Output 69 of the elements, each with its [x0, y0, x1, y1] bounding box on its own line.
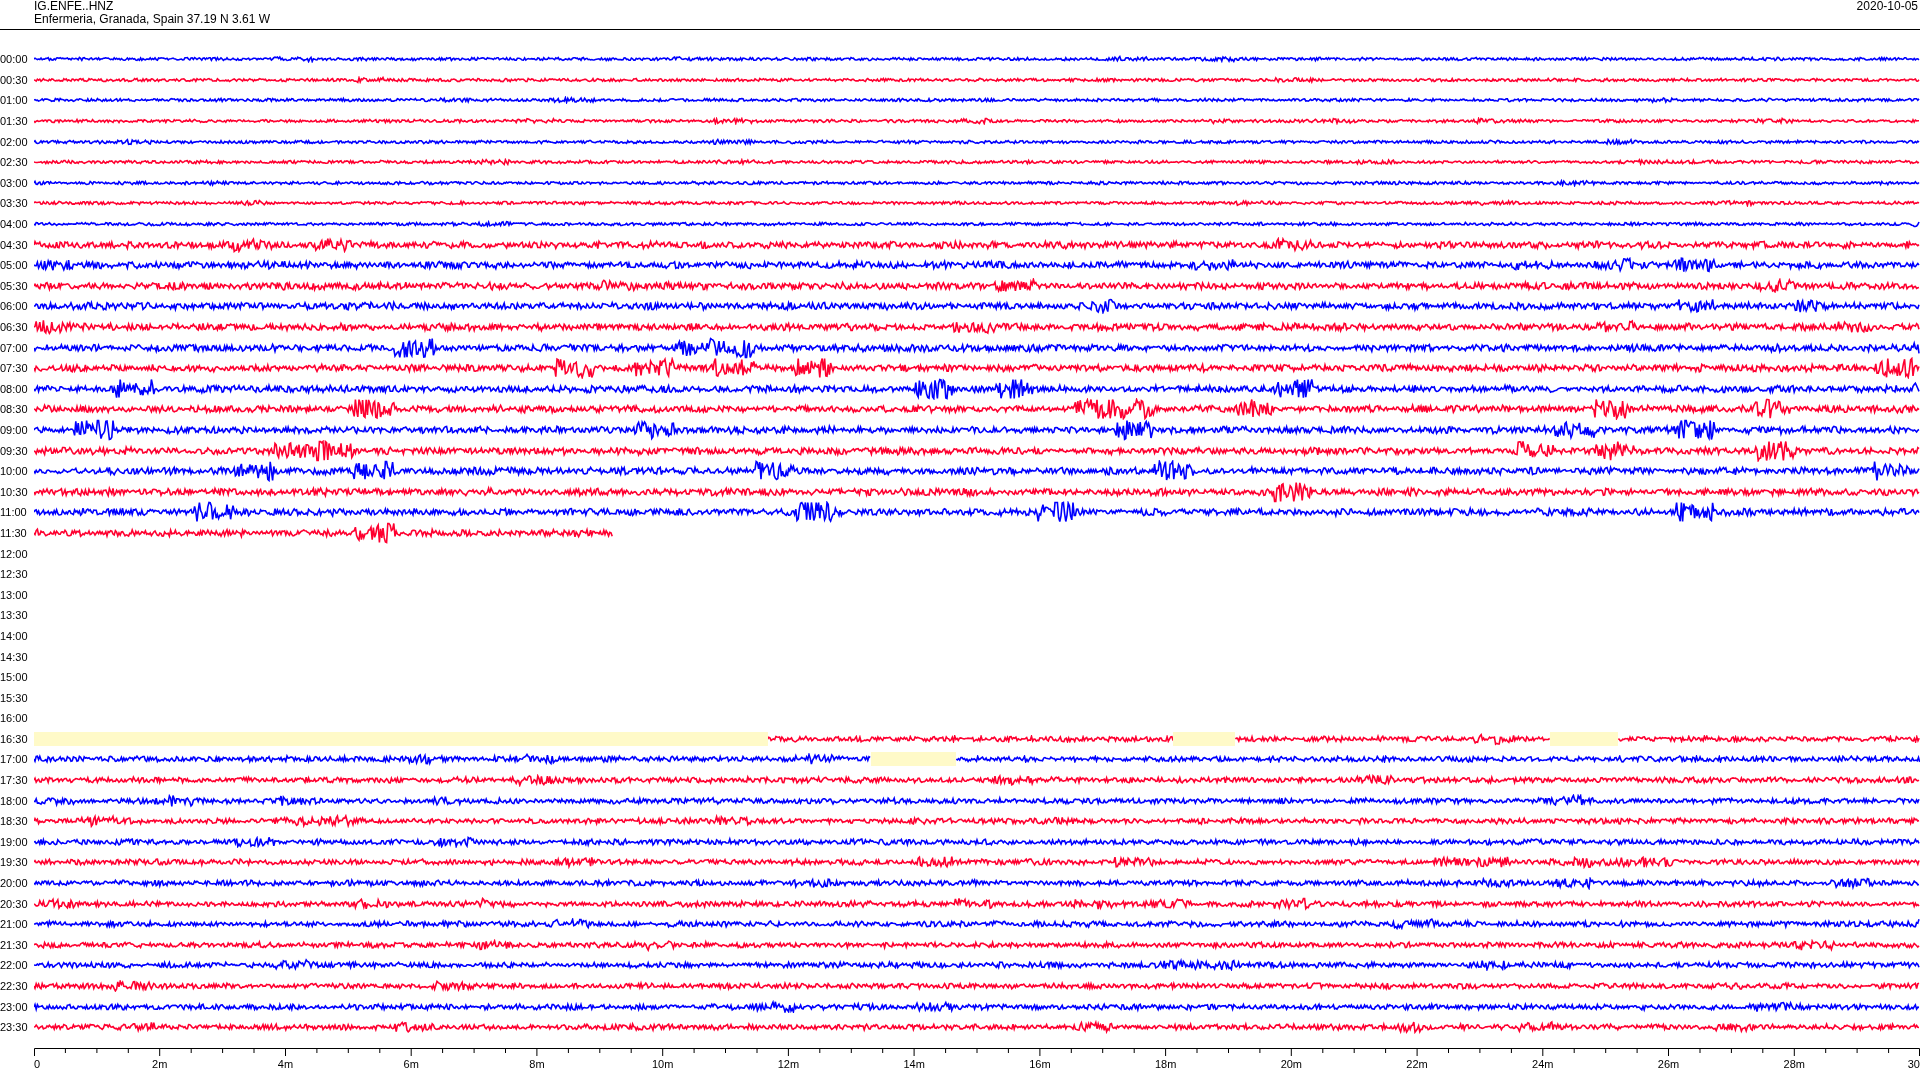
- time-label: 15:00: [0, 671, 29, 684]
- axis-tick-label: 18m: [1154, 1057, 1177, 1070]
- time-label: 23:30: [0, 1021, 29, 1034]
- axis-tick-label: 26m: [1657, 1057, 1680, 1070]
- axis-tick-label: 8m: [529, 1057, 545, 1070]
- time-label: 01:30: [0, 115, 29, 128]
- axis-tick-label: 12m: [777, 1057, 800, 1070]
- axis-tick-label: 6m: [403, 1057, 419, 1070]
- plot-date: 2020-10-05: [1856, 0, 1919, 15]
- time-label: 22:00: [0, 959, 29, 972]
- time-label: 14:00: [0, 629, 29, 642]
- time-label: 09:30: [0, 444, 29, 457]
- time-label: 19:30: [0, 856, 29, 869]
- axis-tick-label: 14m: [903, 1057, 925, 1070]
- time-label: 11:30: [0, 526, 28, 539]
- time-label: 00:30: [0, 73, 29, 86]
- axis-tick-label: 4m: [277, 1057, 294, 1070]
- axis-tick-label: 30: [1907, 1057, 1920, 1070]
- time-label: 04:30: [0, 238, 29, 251]
- time-label: 05:00: [0, 259, 29, 272]
- time-label: 17:30: [0, 774, 29, 787]
- time-label: 16:00: [0, 712, 29, 725]
- time-label: 02:30: [0, 156, 29, 169]
- time-label: 20:00: [0, 877, 29, 890]
- time-label: 04:00: [0, 218, 29, 231]
- axis-tick-label: 22m: [1406, 1057, 1428, 1070]
- time-label: 10:00: [0, 465, 29, 478]
- time-label: 21:30: [0, 938, 29, 951]
- time-label: 07:30: [0, 362, 29, 375]
- time-label: 00:00: [0, 53, 29, 66]
- data-gap: [1173, 731, 1235, 746]
- time-label: 08:00: [0, 382, 29, 395]
- time-label: 19:00: [0, 835, 29, 848]
- time-label: 09:00: [0, 424, 29, 436]
- time-label: 18:30: [0, 815, 29, 828]
- axis-tick-label: 2m: [152, 1057, 168, 1070]
- time-label: 17:00: [0, 753, 29, 766]
- axis-tick-label: 28m: [1783, 1057, 1805, 1070]
- time-label: 06:00: [0, 300, 29, 313]
- time-label: 22:30: [0, 980, 29, 992]
- axis-tick-label: 0: [34, 1057, 41, 1070]
- time-label: 13:00: [0, 588, 29, 601]
- axis-tick-label: 20m: [1280, 1057, 1303, 1070]
- time-label: 16:30: [0, 732, 29, 745]
- time-label: 11:00: [0, 506, 28, 519]
- time-label: 06:30: [0, 321, 29, 333]
- time-label: 23:00: [0, 1000, 29, 1013]
- axis-tick-label: 10m: [651, 1057, 674, 1070]
- time-label: 20:30: [0, 897, 29, 910]
- axis-tick-label: 16m: [1029, 1057, 1051, 1070]
- time-label: 10:30: [0, 485, 29, 498]
- time-label: 07:00: [0, 341, 29, 354]
- station-location: Enfermeria, Granada, Spain 37.19 N 3.61 W: [34, 13, 271, 26]
- time-label: 18:00: [0, 794, 29, 807]
- time-label: 12:30: [0, 568, 29, 581]
- time-label: 14:30: [0, 650, 29, 663]
- station-code: IG.ENFE..HNZ: [34, 0, 115, 13]
- time-label: 03:00: [0, 176, 29, 189]
- time-label: 08:30: [0, 403, 29, 416]
- time-label: 13:30: [0, 609, 29, 622]
- time-label: 15:30: [0, 691, 29, 704]
- time-label: 05:30: [0, 279, 29, 292]
- time-label: 12:00: [0, 547, 29, 560]
- time-label: 03:30: [0, 197, 29, 210]
- axis-tick-label: 24m: [1532, 1057, 1554, 1070]
- data-gap: [1550, 731, 1618, 746]
- time-label: 01:00: [0, 94, 29, 107]
- time-label: 02:00: [0, 135, 29, 148]
- time-label: 21:00: [0, 918, 29, 931]
